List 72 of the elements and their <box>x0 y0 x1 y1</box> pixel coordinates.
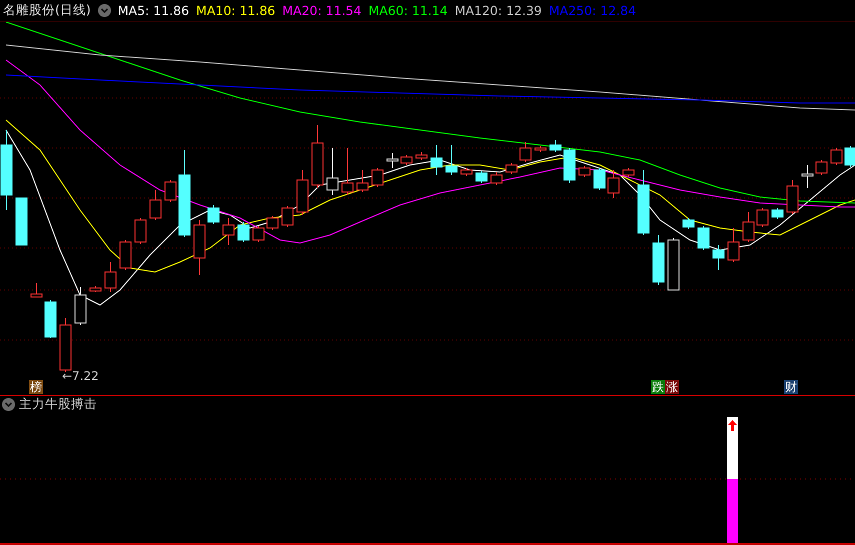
candlestick <box>446 144 458 176</box>
candlestick <box>252 226 264 242</box>
candlestick <box>786 180 798 214</box>
candlestick <box>698 226 710 250</box>
candlestick <box>150 190 162 220</box>
candlestick <box>120 240 132 270</box>
candlestick <box>164 180 176 202</box>
candlestick <box>104 262 116 292</box>
candlestick <box>608 170 620 198</box>
event-marker[interactable]: 榜 <box>29 380 43 394</box>
candlestick <box>816 160 828 176</box>
candlestick <box>668 238 680 290</box>
candlestick <box>342 148 354 196</box>
candlestick <box>756 208 768 228</box>
moving-average-value: MA60: 11.14 <box>368 3 448 18</box>
moving-average-value: MA20: 11.54 <box>282 3 362 18</box>
candlestick <box>356 170 368 192</box>
candlestick <box>490 172 502 186</box>
candlestick <box>622 168 634 178</box>
candlestick <box>74 286 86 326</box>
candlestick <box>282 206 294 228</box>
candlestick <box>326 148 338 196</box>
candlestick <box>638 170 650 236</box>
candlestick <box>30 282 42 298</box>
candlestick <box>372 168 384 188</box>
moving-average-value: MA5: 11.86 <box>118 3 190 18</box>
candlestick <box>238 222 250 242</box>
candlestick <box>400 154 412 166</box>
candlestick <box>416 152 428 160</box>
candlestick <box>266 216 278 230</box>
candlestick <box>534 146 546 152</box>
candlestick <box>16 198 28 246</box>
low-price-label: ←7.22 <box>62 369 99 383</box>
dropdown-icon[interactable] <box>2 398 15 410</box>
candlestick <box>296 170 308 216</box>
candlestick <box>772 208 784 220</box>
event-marker[interactable]: 跌 <box>651 380 665 394</box>
candlestick <box>44 300 56 338</box>
candlestick <box>430 144 442 176</box>
indicator-title: 主力牛股搏击 <box>19 396 97 412</box>
candlestick <box>312 124 324 188</box>
candlestick <box>594 168 606 190</box>
stock-title: 名雕股份(日线) <box>3 2 91 19</box>
candlestick <box>682 218 694 230</box>
up-arrow-icon <box>728 420 737 431</box>
dropdown-icon[interactable] <box>98 4 111 17</box>
candlestick <box>564 148 576 184</box>
candlestick <box>134 218 146 244</box>
candlestick <box>222 218 234 246</box>
event-marker[interactable]: 涨 <box>665 380 679 394</box>
moving-average-value: MA250: 12.84 <box>548 3 636 18</box>
candlestick <box>652 234 664 286</box>
candlestick <box>578 166 590 178</box>
event-marker[interactable]: 财 <box>784 380 798 394</box>
candlestick <box>60 318 72 372</box>
candlestick <box>550 140 562 152</box>
candlestick <box>844 146 855 168</box>
moving-average-value: MA120: 12.39 <box>454 3 542 18</box>
candlestick <box>520 142 532 162</box>
candlestick <box>476 170 488 184</box>
candlestick <box>830 148 842 166</box>
candlestick <box>90 286 102 292</box>
candlestick <box>802 164 814 188</box>
candlestick <box>728 228 740 262</box>
candlestick <box>712 244 724 270</box>
candlestick <box>386 152 398 168</box>
candlestick <box>208 204 220 224</box>
candlestick <box>460 168 472 176</box>
candlestick <box>194 220 206 276</box>
candlestick <box>742 212 754 242</box>
moving-average-value: MA10: 11.86 <box>196 3 276 18</box>
candlestick <box>506 162 518 174</box>
